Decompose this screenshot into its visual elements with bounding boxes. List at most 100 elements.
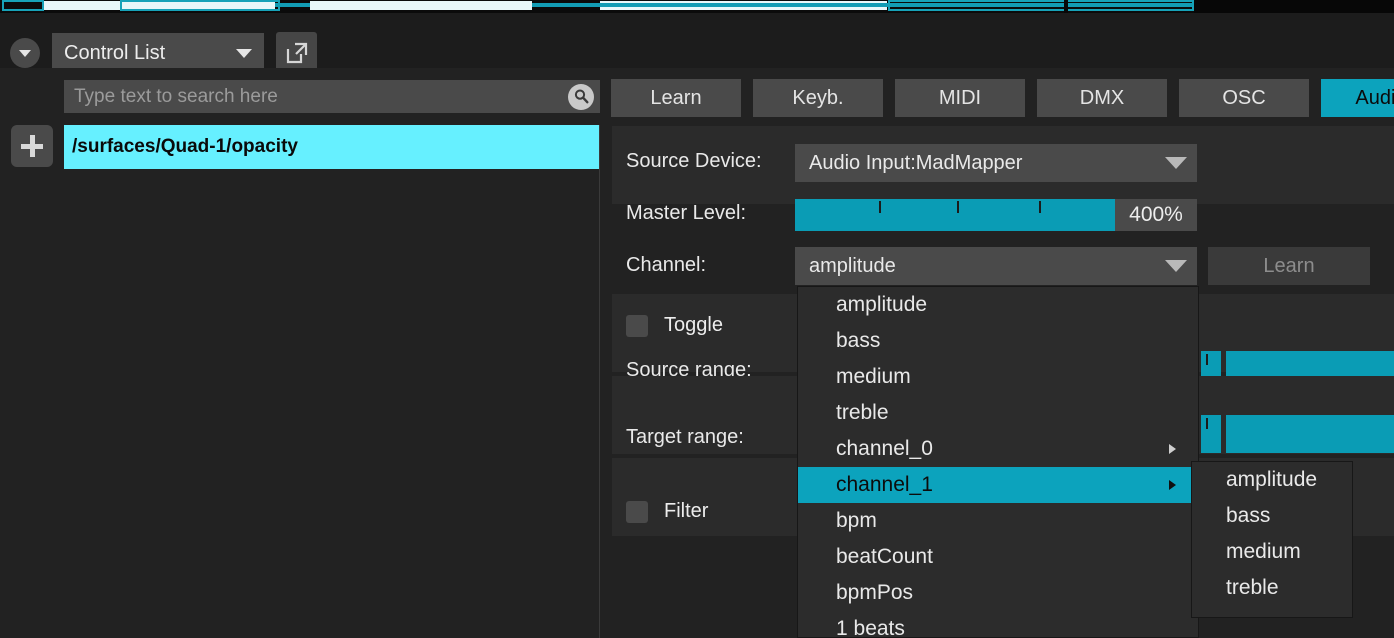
range-tick-icon xyxy=(1206,354,1208,365)
tab-label: DMX xyxy=(1079,86,1125,109)
popout-window-button[interactable] xyxy=(276,32,317,73)
tab-label: OSC xyxy=(1222,86,1266,109)
menu-item-label: channel_0 xyxy=(836,437,933,460)
slider-tick xyxy=(1039,201,1041,213)
tab-audio[interactable]: Audio xyxy=(1321,79,1394,117)
menu-item-label: medium xyxy=(836,365,911,388)
top-timeline-strip xyxy=(0,0,1394,13)
master-level-control[interactable]: 400% xyxy=(795,199,1197,231)
tab-midi[interactable]: MIDI xyxy=(895,79,1025,117)
master-level-slider[interactable] xyxy=(795,199,1115,231)
menu-item-beatcount[interactable]: beatCount xyxy=(798,539,1198,575)
menu-item-bpmpos[interactable]: bpmPos xyxy=(798,575,1198,611)
master-level-label: Master Level: xyxy=(626,202,747,224)
source-device-dropdown[interactable]: Audio Input:MadMapper xyxy=(795,144,1197,182)
strip-segment-outline-2 xyxy=(120,0,280,11)
menu-item-label: 1 beats xyxy=(836,617,905,638)
menu-item-label: bpmPos xyxy=(836,581,914,604)
caret-down-icon xyxy=(19,49,31,57)
menu-item-channel-1[interactable]: channel_1 xyxy=(798,467,1198,503)
menu-item-channel-0[interactable]: channel_0 xyxy=(798,431,1198,467)
tab-label: MIDI xyxy=(938,86,982,109)
protocol-tabs: Learn Keyb. MIDI DMX OSC Audio xyxy=(611,79,1394,117)
menu-item-bpm[interactable]: bpm xyxy=(798,503,1198,539)
view-mode-label: Control List xyxy=(64,41,166,64)
tab-dmx[interactable]: DMX xyxy=(1037,79,1167,117)
target-range-bar-left[interactable] xyxy=(1201,415,1221,453)
menu-item-label: bass xyxy=(836,329,881,352)
submenu-item-treble[interactable]: treble xyxy=(1192,570,1352,606)
tab-label: Learn xyxy=(650,86,702,109)
chevron-down-icon xyxy=(1165,260,1187,272)
control-list-pane: Type text to search here /surfaces/Quad-… xyxy=(0,68,604,638)
submenu-item-bass[interactable]: bass xyxy=(1192,498,1352,534)
view-mode-dropdown[interactable]: Control List xyxy=(52,33,264,73)
strip-segment-outline-3 xyxy=(888,0,1194,11)
submenu-item-label: medium xyxy=(1226,540,1301,563)
source-device-value: Audio Input:MadMapper xyxy=(809,151,1023,174)
list-item[interactable]: /surfaces/Quad-1/opacity xyxy=(64,125,599,169)
tab-label: Audio xyxy=(1355,86,1394,109)
tab-label: Keyb. xyxy=(792,86,844,109)
control-path-label: /surfaces/Quad-1/opacity xyxy=(72,136,298,157)
menu-item-treble[interactable]: treble xyxy=(798,395,1198,431)
menu-item-label: treble xyxy=(836,401,889,424)
submenu-item-label: amplitude xyxy=(1226,468,1318,491)
collapse-toggle-button[interactable] xyxy=(10,38,40,68)
channel-label: Channel: xyxy=(626,254,707,276)
menu-item-medium[interactable]: medium xyxy=(798,359,1198,395)
panel-header: Control List xyxy=(0,13,1394,73)
filter-row[interactable]: Filter xyxy=(626,500,708,523)
learn-button-label: Learn xyxy=(1263,254,1315,277)
chevron-down-icon xyxy=(236,48,252,58)
menu-item-label: beatCount xyxy=(836,545,933,568)
submenu-item-amplitude[interactable]: amplitude xyxy=(1192,462,1352,498)
master-level-fill xyxy=(795,199,1115,231)
submenu-arrow-icon xyxy=(1169,444,1176,454)
source-device-label-wrap: Source Device: xyxy=(626,150,762,173)
strip-segment-dark xyxy=(1194,0,1394,13)
menu-item-1-beats[interactable]: 1 beats xyxy=(798,611,1198,638)
strip-gap-1 xyxy=(1064,0,1068,13)
target-range-bar-right[interactable] xyxy=(1226,415,1394,453)
slider-tick xyxy=(879,201,881,213)
toggle-checkbox[interactable] xyxy=(626,314,648,337)
menu-item-bass[interactable]: bass xyxy=(798,323,1198,359)
filter-label: Filter xyxy=(664,500,709,522)
search-icon[interactable] xyxy=(568,83,594,110)
filter-checkbox[interactable] xyxy=(626,500,648,523)
range-tick-icon xyxy=(1206,418,1208,429)
chevron-down-icon xyxy=(1165,157,1187,169)
external-link-icon xyxy=(286,42,307,63)
channel-dropdown[interactable]: amplitude xyxy=(795,247,1197,285)
source-device-label: Source Device: xyxy=(626,150,762,172)
tab-learn[interactable]: Learn xyxy=(611,79,741,117)
slider-tick xyxy=(957,201,959,213)
toggle-label: Toggle xyxy=(664,314,723,336)
tab-osc[interactable]: OSC xyxy=(1179,79,1309,117)
strip-segment-outline-1 xyxy=(2,0,44,11)
submenu-item-medium[interactable]: medium xyxy=(1192,534,1352,570)
target-range-label: Target range: xyxy=(626,426,744,448)
strip-segment-light-2 xyxy=(310,1,532,10)
channel-value: amplitude xyxy=(809,254,896,277)
menu-item-label: bpm xyxy=(836,509,877,532)
menu-item-label: amplitude xyxy=(836,293,928,316)
search-input[interactable]: Type text to search here xyxy=(74,86,568,108)
add-control-button[interactable] xyxy=(11,125,53,167)
channel-label-wrap: Channel: xyxy=(626,254,706,277)
menu-item-amplitude[interactable]: amplitude xyxy=(798,287,1198,323)
search-field[interactable]: Type text to search here xyxy=(64,80,600,113)
toggle-row[interactable]: Toggle xyxy=(626,314,723,337)
tab-keyb[interactable]: Keyb. xyxy=(753,79,883,117)
channel-dropdown-menu[interactable]: amplitude bass medium treble channel_0 c… xyxy=(797,286,1199,638)
submenu-item-label: treble xyxy=(1226,576,1279,599)
master-level-value[interactable]: 400% xyxy=(1115,199,1197,231)
channel-learn-button[interactable]: Learn xyxy=(1208,247,1370,285)
channel-1-submenu[interactable]: amplitude bass medium treble xyxy=(1191,461,1353,618)
master-level-label-wrap: Master Level: xyxy=(626,202,746,225)
submenu-arrow-icon xyxy=(1169,480,1176,490)
control-list[interactable]: /surfaces/Quad-1/opacity xyxy=(64,125,600,638)
target-range-row: Target range: xyxy=(626,426,744,449)
submenu-item-label: bass xyxy=(1226,504,1271,527)
